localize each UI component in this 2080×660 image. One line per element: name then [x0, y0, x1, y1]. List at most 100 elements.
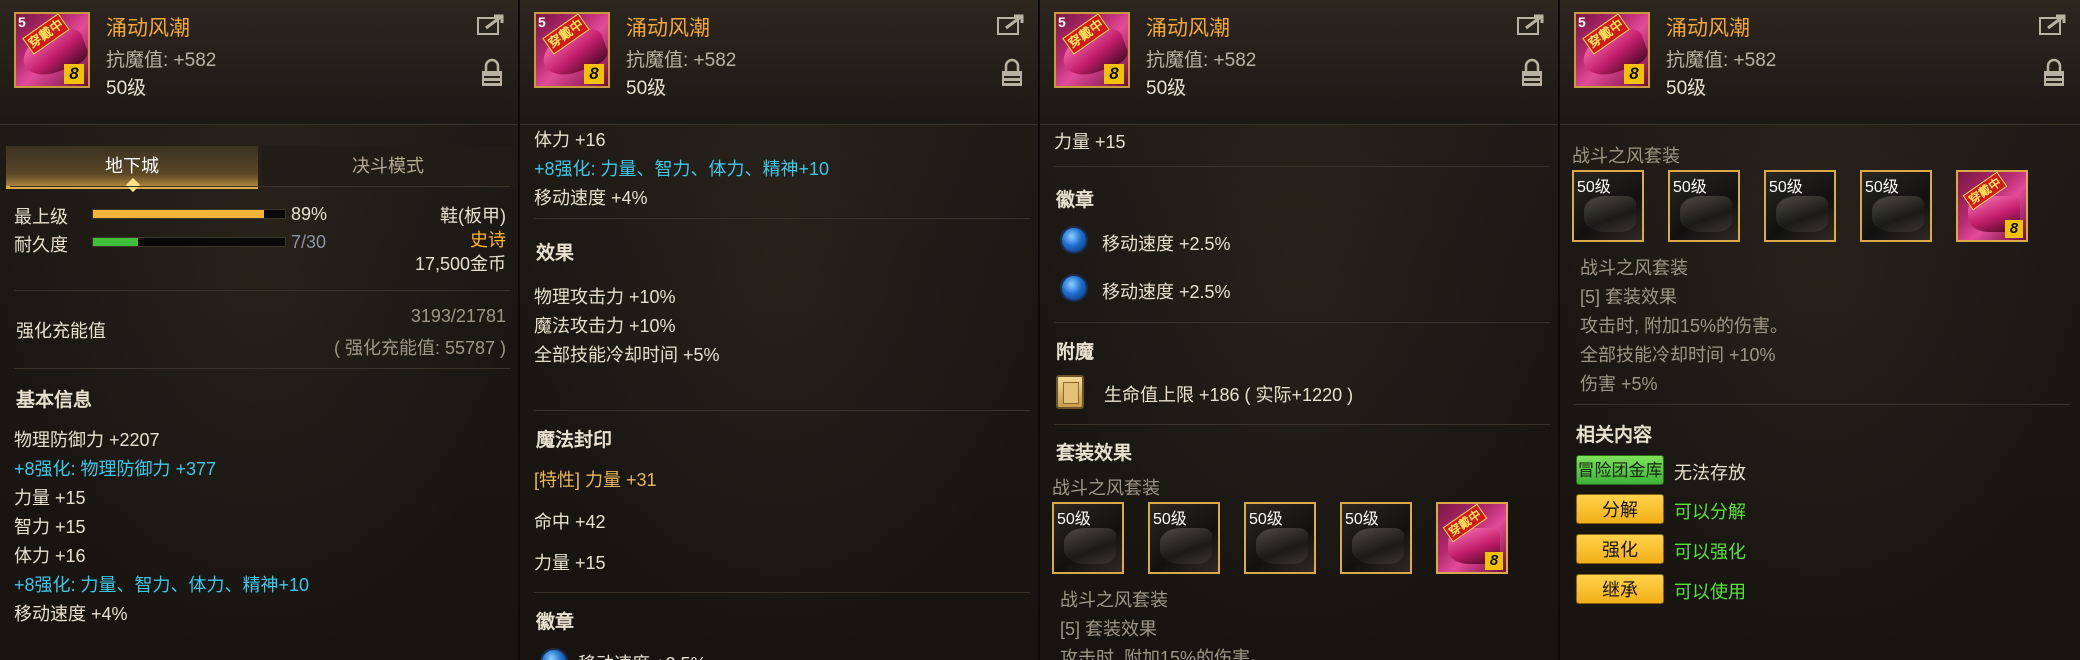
item-level: 50级: [1146, 78, 1187, 99]
item-tag: 5: [1058, 14, 1066, 30]
charge-label: 强化充能值: [16, 321, 106, 341]
disassemble-button[interactable]: 分解: [1576, 494, 1664, 524]
item-name: 涌动风潮: [1146, 17, 1230, 40]
guild-vault-button[interactable]: 冒险团金库: [1576, 455, 1664, 485]
item-header: 5 穿戴中 8 涌动风潮 抗魔值: +582 50级: [1560, 0, 2080, 125]
slot-level: 50级: [1673, 179, 1707, 196]
upgrade-badge: 8: [1104, 64, 1124, 84]
item-header: 5 穿戴中 8 涌动风潮 抗魔值: +582 50级: [520, 0, 1038, 125]
grade-bar: [92, 209, 286, 219]
armor-icon: [1064, 528, 1116, 564]
stat-line: 体力 +16: [14, 546, 86, 566]
stat-line: 力量 +15: [14, 488, 86, 508]
durability-label: 耐久度: [14, 235, 68, 255]
set-slot-current[interactable]: 穿戴中 8: [1436, 502, 1508, 574]
set-line: 伤害 +5%: [1580, 374, 1658, 394]
seal-trait: [特性] 力量 +31: [534, 470, 657, 490]
slot-level: 50级: [1249, 511, 1283, 528]
effect-line: 魔法攻击力 +10%: [534, 316, 676, 336]
set-name: 战斗之风套装: [1580, 258, 1688, 278]
lock-icon[interactable]: [1000, 58, 1024, 88]
basic-info-title: 基本信息: [16, 390, 93, 411]
inherit-button[interactable]: 继承: [1576, 574, 1664, 604]
seal-line: 命中 +42: [534, 512, 606, 532]
emblem-icon: [540, 648, 568, 660]
set-slot[interactable]: 50级: [1860, 170, 1932, 242]
lock-icon[interactable]: [1520, 58, 1544, 88]
slot-level: 50级: [1345, 511, 1379, 528]
item-name: 涌动风潮: [106, 17, 190, 40]
upgrade-badge: 8: [1485, 552, 1503, 570]
emblem-line: 移动速度 +2.5%: [1102, 282, 1231, 302]
tab-pvp[interactable]: 决斗模式: [262, 146, 514, 186]
emblem-icon: [1060, 274, 1088, 302]
share-icon[interactable]: [996, 12, 1026, 36]
stat-line: 智力 +15: [14, 517, 86, 537]
set-effect-title: 套装效果: [1056, 443, 1133, 464]
item-name: 涌动风潮: [626, 17, 710, 40]
lock-icon[interactable]: [480, 58, 504, 88]
item-resist: 抗魔值: +582: [626, 50, 737, 71]
armor-icon: [1872, 196, 1924, 232]
armor-icon: [1352, 528, 1404, 564]
set-name: 战斗之风套装: [1060, 590, 1168, 610]
upgrade-badge: 8: [2005, 220, 2023, 238]
armor-icon: [1160, 528, 1212, 564]
set-slot[interactable]: 50级: [1244, 502, 1316, 574]
stat-line: 移动速度 +4%: [14, 604, 128, 624]
share-icon[interactable]: [1516, 12, 1546, 36]
inherit-status: 可以使用: [1674, 582, 1746, 602]
set-slot[interactable]: 50级: [1668, 170, 1740, 242]
lock-icon[interactable]: [2042, 58, 2066, 88]
slot-type: 鞋(板甲): [440, 206, 506, 226]
grade-bar-fill: [93, 210, 264, 218]
tooltip-panel-4: 5 穿戴中 8 涌动风潮 抗魔值: +582 50级 战斗之风套装 50级 50…: [1560, 0, 2080, 660]
stat-line: +8强化: 物理防御力 +377: [14, 459, 217, 479]
stat-line: +8强化: 力量、智力、体力、精神+10: [534, 159, 830, 179]
set-line: 攻击时, 附加15%的伤害。: [1060, 648, 1269, 660]
tooltip-panel-2: 5 穿戴中 8 涌动风潮 抗魔值: +582 50级 体力 +16 +8强化: …: [520, 0, 1040, 660]
set-slot[interactable]: 50级: [1764, 170, 1836, 242]
disassemble-status: 可以分解: [1674, 502, 1746, 522]
durability-value: 7/30: [291, 232, 327, 252]
enchant-line: 生命值上限 +186 ( 实际+1220 ): [1104, 385, 1354, 405]
set-slot[interactable]: 50级: [1572, 170, 1644, 242]
set-slot-current[interactable]: 穿戴中 8: [1956, 170, 2028, 242]
item-resist: 抗魔值: +582: [106, 50, 217, 71]
item-level: 50级: [106, 78, 147, 99]
stat-line: 力量 +15: [1054, 132, 1126, 152]
related-title: 相关内容: [1576, 425, 1653, 446]
durability-bar: [92, 237, 286, 247]
enhance-status: 可以强化: [1674, 542, 1746, 562]
tooltip-panel-1: 5 穿戴中 8 涌动风潮 抗魔值: +582 50级 地下城 决斗模式 最上级 …: [0, 0, 520, 660]
durability-bar-fill: [93, 238, 138, 246]
slot-level: 50级: [1057, 511, 1091, 528]
set-line: 全部技能冷却时间 +10%: [1580, 345, 1776, 365]
rarity: 史诗: [470, 230, 506, 250]
item-icon: 5 穿戴中 8: [14, 12, 90, 88]
armor-icon: [1776, 196, 1828, 232]
set-name: 战斗之风套装: [1052, 478, 1160, 498]
set-name: 战斗之风套装: [1572, 146, 1680, 166]
stat-line: +8强化: 力量、智力、体力、精神+10: [14, 575, 310, 595]
armor-icon: [1680, 196, 1732, 232]
item-header: 5 穿戴中 8 涌动风潮 抗魔值: +582 50级: [1040, 0, 1558, 125]
set-slot[interactable]: 50级: [1148, 502, 1220, 574]
set-line: 攻击时, 附加15%的伤害。: [1580, 316, 1789, 336]
set-slot[interactable]: 50级: [1052, 502, 1124, 574]
set-bonus: [5] 套装效果: [1060, 619, 1158, 639]
share-icon[interactable]: [2038, 12, 2068, 36]
enhance-button[interactable]: 强化: [1576, 534, 1664, 564]
share-icon[interactable]: [476, 12, 506, 36]
item-resist: 抗魔值: +582: [1666, 50, 1777, 71]
item-tag: 5: [1578, 14, 1586, 30]
armor-icon: [1584, 196, 1636, 232]
grade-value: 89%: [291, 204, 328, 224]
set-slot[interactable]: 50级: [1340, 502, 1412, 574]
charge-note: ( 强化充能值: 55787 ): [333, 338, 506, 358]
effect-line: 全部技能冷却时间 +5%: [534, 345, 720, 365]
item-level: 50级: [1666, 78, 1707, 99]
mode-tabs: 地下城 决斗模式: [6, 146, 514, 193]
item-header: 5 穿戴中 8 涌动风潮 抗魔值: +582 50级: [0, 0, 518, 125]
slot-level: 50级: [1153, 511, 1187, 528]
